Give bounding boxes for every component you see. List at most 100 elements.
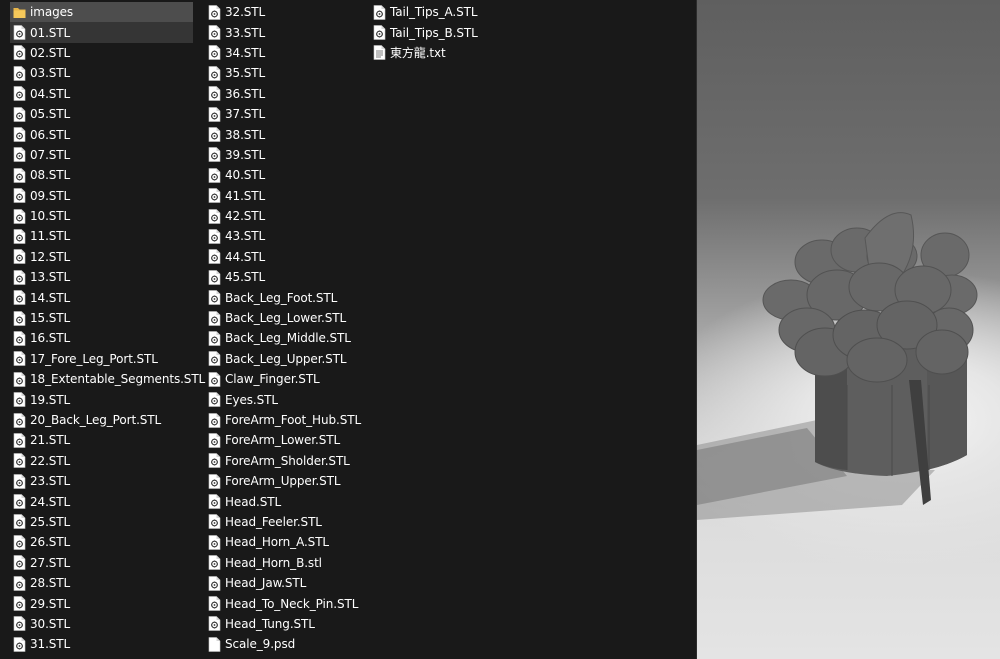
file-item[interactable]: 09.STL	[10, 186, 193, 206]
stl-file-icon	[208, 514, 221, 530]
file-item[interactable]: Head_Horn_B.stl	[205, 553, 365, 573]
file-name-label: 25.STL	[30, 514, 71, 529]
file-item[interactable]: 東方龍.txt	[370, 43, 530, 63]
file-item[interactable]: 24.STL	[10, 491, 193, 511]
stl-file-icon	[13, 616, 26, 632]
file-name-label: 30.STL	[30, 616, 71, 631]
file-item[interactable]: 31.STL	[10, 634, 193, 654]
file-item[interactable]: 08.STL	[10, 165, 193, 185]
file-name-label: 40.STL	[225, 168, 266, 183]
file-item[interactable]: 13.STL	[10, 267, 193, 287]
file-name-label: 26.STL	[30, 535, 71, 550]
file-name-label: 09.STL	[30, 188, 71, 203]
file-item[interactable]: Back_Leg_Lower.STL	[205, 308, 365, 328]
file-item[interactable]: 28.STL	[10, 573, 193, 593]
file-item[interactable]: ForeArm_Upper.STL	[205, 471, 365, 491]
file-item[interactable]: 01.STL	[10, 22, 193, 43]
file-item[interactable]: 04.STL	[10, 84, 193, 104]
file-item[interactable]: Head_Tung.STL	[205, 614, 365, 634]
file-item[interactable]: 32.STL	[205, 2, 365, 22]
file-name-label: 36.STL	[225, 86, 266, 101]
file-name-label: ForeArm_Upper.STL	[225, 474, 341, 489]
file-item[interactable]: 42.STL	[205, 206, 365, 226]
file-item[interactable]: Claw_Finger.STL	[205, 369, 365, 389]
file-item[interactable]: 06.STL	[10, 124, 193, 144]
file-name-label: Eyes.STL	[225, 392, 278, 407]
file-item[interactable]: 18_Extentable_Segments.STL	[10, 369, 205, 389]
file-item[interactable]: 33.STL	[205, 22, 365, 42]
stl-file-icon	[208, 453, 221, 469]
file-item[interactable]: 35.STL	[205, 63, 365, 83]
file-item[interactable]: 12.STL	[10, 247, 193, 267]
file-item[interactable]: Head.STL	[205, 491, 365, 511]
file-item[interactable]: Eyes.STL	[205, 389, 365, 409]
file-name-label: 19.STL	[30, 392, 71, 407]
file-name-label: 37.STL	[225, 107, 266, 122]
file-item[interactable]: 20_Back_Leg_Port.STL	[10, 410, 193, 430]
file-item[interactable]: 45.STL	[205, 267, 365, 287]
file-item[interactable]: 43.STL	[205, 226, 365, 246]
file-name-label: Tail_Tips_B.STL	[390, 25, 478, 40]
file-item[interactable]: 05.STL	[10, 104, 193, 124]
file-item[interactable]: 22.STL	[10, 451, 193, 471]
file-item[interactable]: Tail_Tips_B.STL	[370, 22, 530, 42]
file-item[interactable]: ForeArm_Sholder.STL	[205, 451, 365, 471]
file-item[interactable]: 37.STL	[205, 104, 365, 124]
file-item[interactable]: 30.STL	[10, 614, 193, 634]
file-item[interactable]: Back_Leg_Upper.STL	[205, 349, 365, 369]
file-item[interactable]: 17_Fore_Leg_Port.STL	[10, 349, 193, 369]
file-item[interactable]: 14.STL	[10, 287, 193, 307]
file-item[interactable]: 41.STL	[205, 186, 365, 206]
folder-icon	[13, 7, 26, 18]
file-item[interactable]: 03.STL	[10, 63, 193, 83]
stl-file-icon	[13, 555, 26, 571]
file-name-label: 34.STL	[225, 45, 266, 60]
file-item[interactable]: 19.STL	[10, 389, 193, 409]
file-item[interactable]: Head_Jaw.STL	[205, 573, 365, 593]
folder-item[interactable]: images	[10, 2, 193, 23]
file-item[interactable]: 11.STL	[10, 226, 193, 246]
file-name-label: 02.STL	[30, 45, 71, 60]
stl-file-icon	[208, 168, 221, 183]
file-name-label: ForeArm_Foot_Hub.STL	[225, 413, 362, 427]
file-name-label: 16.STL	[30, 331, 71, 346]
file-item[interactable]: Back_Leg_Middle.STL	[205, 328, 365, 348]
stl-file-icon	[13, 392, 26, 407]
file-name-label: Head.STL	[225, 494, 282, 509]
file-item[interactable]: Head_Feeler.STL	[205, 512, 365, 532]
file-item[interactable]: 44.STL	[205, 247, 365, 267]
file-name-label: 35.STL	[225, 66, 266, 81]
file-item[interactable]: 25.STL	[10, 512, 193, 532]
stl-file-icon	[208, 616, 221, 632]
stl-file-icon	[208, 596, 221, 611]
file-item[interactable]: 39.STL	[205, 145, 365, 165]
stl-file-icon	[13, 249, 26, 265]
file-item[interactable]: 40.STL	[205, 165, 365, 185]
file-name-label: 06.STL	[30, 127, 71, 142]
file-name-label: 32.STL	[225, 5, 266, 20]
file-item[interactable]: Head_Horn_A.STL	[205, 532, 365, 552]
stl-file-icon	[13, 168, 26, 183]
file-item[interactable]: Head_To_Neck_Pin.STL	[205, 593, 365, 613]
file-item[interactable]: 02.STL	[10, 43, 193, 63]
file-item[interactable]: 21.STL	[10, 430, 193, 450]
file-item[interactable]: 26.STL	[10, 532, 193, 552]
file-item[interactable]: 16.STL	[10, 328, 193, 348]
3d-preview-pane[interactable]	[696, 0, 1000, 659]
file-item[interactable]: 38.STL	[205, 124, 365, 144]
file-item[interactable]: 23.STL	[10, 471, 193, 491]
file-name-label: 18_Extentable_Segments.STL	[30, 372, 206, 387]
file-item[interactable]: Back_Leg_Foot.STL	[205, 287, 365, 307]
file-name-label: 39.STL	[225, 147, 266, 162]
file-item[interactable]: Tail_Tips_A.STL	[370, 2, 530, 22]
file-item[interactable]: 29.STL	[10, 593, 193, 613]
file-item[interactable]: 07.STL	[10, 145, 193, 165]
file-item[interactable]: ForeArm_Foot_Hub.STL	[205, 410, 365, 430]
file-item[interactable]: ForeArm_Lower.STL	[205, 430, 365, 450]
file-item[interactable]: 34.STL	[205, 43, 365, 63]
file-item[interactable]: Scale_9.psd	[205, 634, 365, 654]
file-item[interactable]: 36.STL	[205, 84, 365, 104]
file-item[interactable]: 27.STL	[10, 553, 193, 573]
file-item[interactable]: 15.STL	[10, 308, 193, 328]
file-item[interactable]: 10.STL	[10, 206, 193, 226]
